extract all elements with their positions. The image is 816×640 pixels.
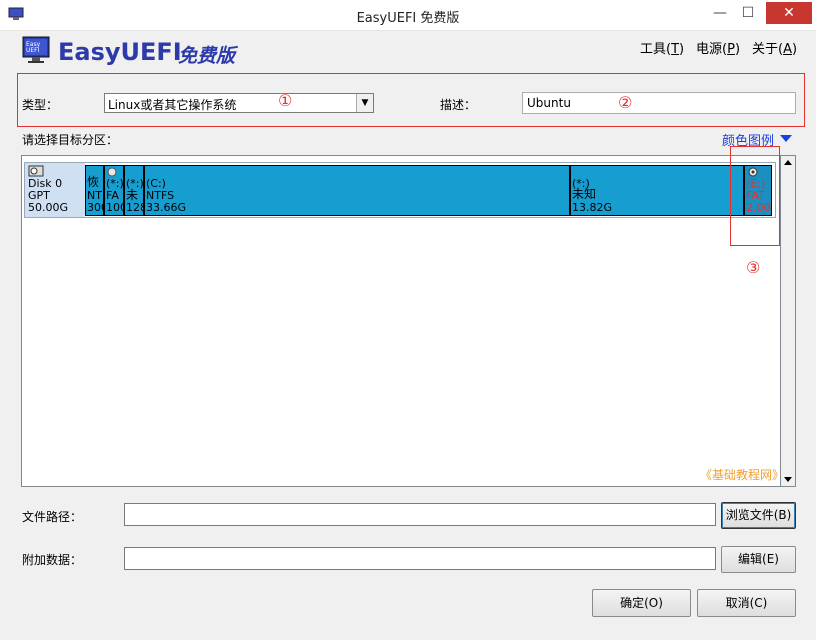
maximize-button[interactable]: ☐ — [734, 2, 762, 24]
annotation-number-1: ① — [278, 91, 293, 110]
type-select-value: Linux或者其它操作系统 — [108, 98, 237, 112]
scroll-down-icon[interactable] — [784, 477, 792, 482]
logo-edition: 免费版 — [178, 45, 236, 67]
desc-input-value: Ubuntu — [527, 96, 571, 110]
partition-size: 100 — [106, 201, 123, 214]
edit-button[interactable]: 编辑(E) — [721, 546, 796, 573]
type-select[interactable]: Linux或者其它操作系统 ▼ — [104, 93, 374, 113]
logo-icon-text: Easy UEFI — [26, 41, 41, 54]
partition-size: 13.82G — [572, 201, 613, 214]
partition-size: 300 — [87, 201, 103, 214]
watermark: 《基础教程网》 — [700, 468, 785, 482]
partition-fs: 未 — [126, 188, 139, 202]
partition-c[interactable]: (C:) NTFS 33.66G — [144, 165, 570, 216]
menu-tools[interactable]: 工具(T) — [640, 38, 684, 57]
partition-label: (C:) — [146, 177, 166, 190]
disk-size: 50.00G — [28, 201, 69, 214]
select-partition-label: 请选择目标分区： — [22, 133, 119, 147]
partition-msr[interactable]: (*:) 未 128 — [124, 165, 144, 216]
window-title: EasyUEFI 免费版 — [356, 11, 460, 26]
desc-label: 描述： — [440, 98, 477, 112]
close-button[interactable]: ✕ — [766, 2, 812, 24]
chevron-down-icon[interactable]: ▼ — [356, 94, 373, 112]
minimize-button[interactable]: — — [706, 2, 734, 24]
hard-disk-icon — [28, 165, 44, 177]
partition-recovery[interactable]: 恢 NT 300 — [85, 165, 104, 216]
file-path-input[interactable] — [124, 503, 716, 526]
chevron-down-icon[interactable] — [780, 135, 792, 142]
menu-about-key: A — [783, 42, 792, 57]
partition-unknown[interactable]: (*:) 未知 13.82G — [570, 165, 744, 216]
partition-efi[interactable]: (*:) FA 100 — [104, 165, 124, 216]
file-path-label: 文件路径： — [22, 510, 83, 524]
menu-power-label: 电源 — [696, 42, 723, 57]
cancel-button[interactable]: 取消(C) — [697, 589, 796, 617]
browse-file-button[interactable]: 浏览文件(B) — [721, 502, 796, 529]
disk-icon — [107, 167, 117, 177]
extra-data-label: 附加数据： — [22, 553, 83, 567]
menu-tools-key: T — [671, 42, 680, 57]
disk-info[interactable]: Disk 0 GPT 50.00G — [25, 163, 85, 217]
partition-label: 恢 — [87, 175, 100, 189]
scroll-up-icon[interactable] — [784, 160, 792, 165]
vertical-scrollbar[interactable] — [781, 155, 796, 487]
partition-label: (*:) — [106, 177, 124, 190]
partition-fs: NTFS — [146, 189, 175, 202]
menu-power[interactable]: 电源(P) — [696, 38, 740, 57]
disk-style: GPT — [28, 189, 50, 202]
partition-size: 33.66G — [146, 201, 187, 214]
logo-text: EasyUEFI — [58, 38, 182, 66]
menu-tools-label: 工具 — [640, 42, 667, 57]
menu-about[interactable]: 关于(A) — [752, 38, 797, 57]
annotation-number-3: ③ — [746, 258, 761, 277]
extra-data-input[interactable] — [124, 547, 716, 570]
annotation-box-partition — [730, 146, 780, 246]
partition-fs: FA — [106, 189, 119, 202]
type-label: 类型： — [22, 98, 59, 112]
disk-name: Disk 0 — [28, 177, 63, 190]
logo-icon: Easy UEFI — [22, 36, 50, 64]
menu-power-key: P — [727, 42, 735, 57]
annotation-number-2: ② — [618, 93, 633, 112]
partition-fs: 未知 — [572, 187, 597, 201]
menu-about-label: 关于 — [752, 42, 779, 57]
ok-button[interactable]: 确定(O) — [592, 589, 691, 617]
partition-size: 128 — [126, 201, 143, 214]
desc-input[interactable]: Ubuntu — [522, 92, 796, 114]
partition-fs: NT — [87, 189, 102, 202]
